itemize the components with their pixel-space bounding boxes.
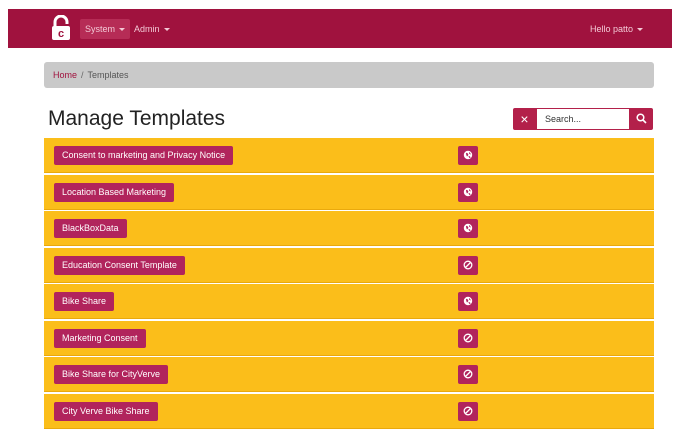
globe-icon <box>463 296 473 306</box>
ban-icon <box>463 406 473 415</box>
page-title: Manage Templates <box>48 107 226 130</box>
system-menu[interactable]: System <box>80 19 131 39</box>
template-row: City Verve Bike Share <box>44 393 654 429</box>
ban-icon <box>463 260 473 269</box>
globe-icon <box>463 150 473 160</box>
globe-icon <box>463 187 473 196</box>
ban-icon <box>463 333 473 342</box>
template-row: Bike Share <box>44 284 654 319</box>
template-row: Location Based Marketing <box>44 174 654 210</box>
template-row: Consent to marketing and Privacy Notice <box>44 138 654 173</box>
search-input[interactable] <box>536 108 630 130</box>
padlock-logo-icon[interactable]: c <box>48 15 74 41</box>
template-list: Consent to marketing and Privacy Notice L… <box>44 138 654 429</box>
breadcrumb-separator: / <box>81 70 84 80</box>
admin-menu[interactable]: Admin <box>129 19 175 39</box>
template-status-button[interactable] <box>458 365 478 384</box>
caret-down-icon <box>637 28 644 32</box>
template-name-button[interactable]: Bike Share for CityVerve <box>54 365 169 384</box>
system-menu-label: System <box>85 24 116 34</box>
template-name-button[interactable]: Marketing Consent <box>54 328 146 348</box>
template-status-button[interactable] <box>458 219 478 238</box>
template-row: Bike Share for CityVerve <box>44 357 654 392</box>
clear-search-button[interactable]: × <box>513 108 536 130</box>
template-status-button[interactable] <box>458 182 478 202</box>
ban-icon <box>463 369 473 379</box>
admin-menu-label: Admin <box>134 24 160 34</box>
template-name-button[interactable]: Education Consent Template <box>54 255 185 275</box>
breadcrumb-current: Templates <box>87 70 129 80</box>
template-name-button[interactable]: City Verve Bike Share <box>54 401 158 421</box>
template-row: Education Consent Template <box>44 247 654 283</box>
template-name-button[interactable]: Location Based Marketing <box>54 182 175 202</box>
template-status-button[interactable] <box>458 146 478 165</box>
top-navbar: c System Admin Hello patto <box>8 9 672 48</box>
caret-down-icon <box>119 28 126 32</box>
template-name-button[interactable]: Consent to marketing and Privacy Notice <box>54 146 234 165</box>
template-name-button[interactable]: BlackBoxData <box>54 219 127 238</box>
caret-down-icon <box>163 28 170 32</box>
user-menu[interactable]: Hello patto <box>585 19 648 39</box>
template-status-button[interactable] <box>458 292 478 311</box>
breadcrumb-home-link[interactable]: Home <box>53 70 77 80</box>
template-status-button[interactable] <box>458 255 478 275</box>
search-icon <box>636 113 647 124</box>
template-row: Marketing Consent <box>44 320 654 356</box>
template-row: BlackBoxData <box>44 211 654 246</box>
breadcrumb: Home / Templates <box>44 62 654 88</box>
user-menu-label: Hello patto <box>590 24 634 34</box>
globe-icon <box>463 223 473 233</box>
svg-text:c: c <box>58 28 64 40</box>
template-status-button[interactable] <box>458 401 478 421</box>
template-name-button[interactable]: Bike Share <box>54 292 115 311</box>
search-button[interactable] <box>630 108 653 130</box>
template-status-button[interactable] <box>458 328 478 348</box>
